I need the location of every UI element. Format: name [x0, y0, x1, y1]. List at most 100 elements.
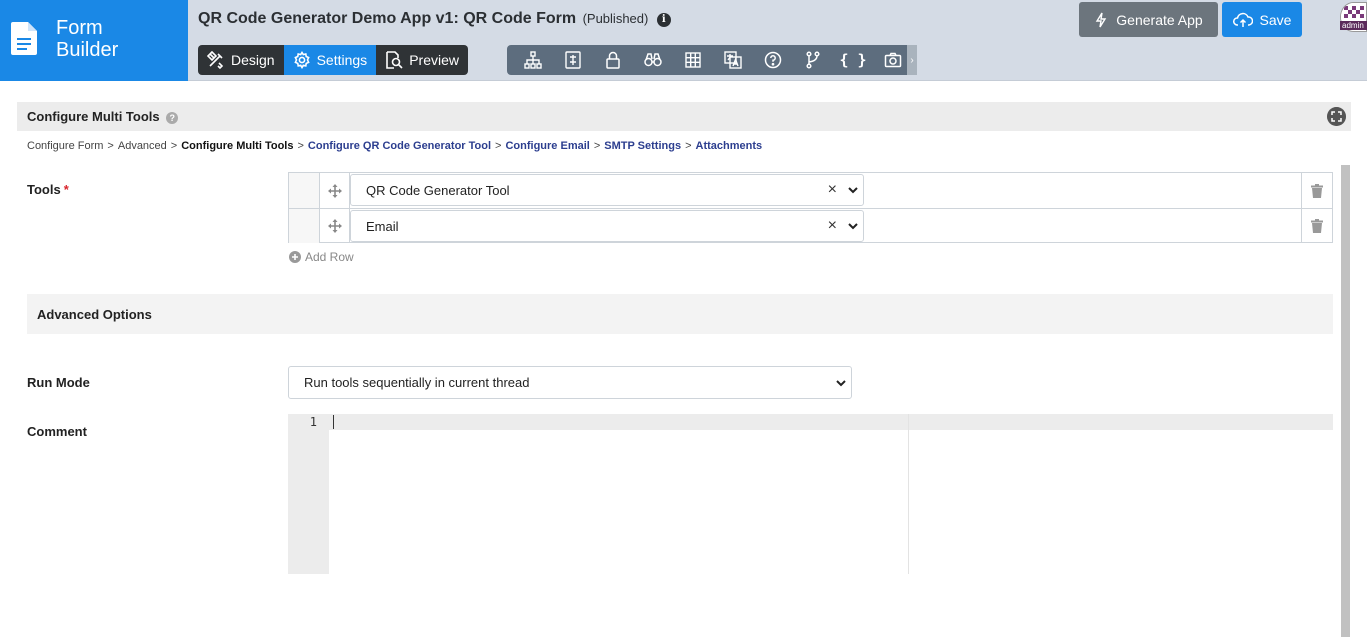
- breadcrumb-smtp-settings[interactable]: SMTP Settings: [604, 140, 681, 152]
- preview-search-icon: [386, 51, 403, 69]
- tool-select-value: Email: [366, 218, 399, 234]
- add-row-label: Add Row: [305, 250, 354, 264]
- breadcrumb: Configure Form > Advanced > Configure Multi …: [27, 140, 762, 152]
- line-number: 1: [309, 415, 317, 429]
- tab-design-label: Design: [231, 52, 275, 68]
- breadcrumb-separator: >: [170, 140, 178, 152]
- tools-grid: QR Code Generator Tool × Email ×: [288, 172, 1333, 243]
- braces-icon: { }: [839, 51, 867, 69]
- tab-settings[interactable]: Settings: [283, 45, 377, 75]
- breadcrumb-separator: >: [495, 140, 502, 152]
- camera-icon: [884, 52, 902, 68]
- breadcrumb-separator: >: [107, 140, 114, 152]
- toolbar-scroll-right[interactable]: ›: [907, 45, 917, 75]
- datalist-button[interactable]: [673, 45, 713, 75]
- page-title: QR Code Generator Demo App v1: QR Code F…: [198, 10, 671, 28]
- breadcrumb-configure-multi-tools: Configure Multi Tools: [181, 140, 294, 152]
- breadcrumb-configure-form[interactable]: Configure Form: [27, 140, 103, 152]
- section-title-text: Configure Multi Tools: [27, 109, 160, 124]
- tab-settings-label: Settings: [316, 52, 368, 68]
- brand[interactable]: Form Builder: [0, 0, 188, 81]
- save-label: Save: [1259, 11, 1292, 28]
- comment-label: Comment: [27, 424, 87, 439]
- versions-button[interactable]: [793, 45, 833, 75]
- generate-app-button[interactable]: Generate App: [1079, 2, 1218, 37]
- breadcrumb-advanced[interactable]: Advanced: [118, 140, 167, 152]
- drag-handle[interactable]: [320, 209, 350, 243]
- run-mode-value: Run tools sequentially in current thread: [304, 375, 530, 390]
- fullscreen-icon[interactable]: [1327, 107, 1346, 126]
- tool-select-value: QR Code Generator Tool: [366, 182, 510, 198]
- hierarchy-button[interactable]: [513, 45, 553, 75]
- delete-row-button[interactable]: [1301, 209, 1332, 243]
- section-header: Configure Multi Tools ?: [17, 102, 1351, 131]
- translate-button[interactable]: [713, 45, 753, 75]
- form-fields-icon: [565, 51, 581, 69]
- tool-select[interactable]: Email ×: [350, 210, 864, 242]
- trash-icon: [1311, 219, 1323, 233]
- translate-icon: [724, 51, 742, 69]
- tab-design[interactable]: Design: [198, 45, 284, 75]
- clear-icon[interactable]: ×: [828, 218, 837, 234]
- builder-toolbar: { } ›: [507, 45, 917, 75]
- permissions-button[interactable]: [593, 45, 633, 75]
- brand-name: Form Builder: [56, 17, 118, 61]
- row-selector-cell[interactable]: [289, 209, 320, 243]
- table-grid-icon: [685, 52, 701, 68]
- publish-status: (Published): [582, 11, 649, 26]
- run-mode-label: Run Mode: [27, 375, 90, 390]
- table-row: QR Code Generator Tool ×: [289, 173, 1332, 208]
- clear-icon[interactable]: ×: [828, 182, 837, 198]
- active-line-highlight: [329, 414, 1333, 430]
- advanced-options-title: Advanced Options: [37, 307, 152, 322]
- cloud-upload-icon: [1232, 12, 1253, 27]
- lightning-icon: [1096, 12, 1107, 27]
- app-title-text: QR Code Generator Demo App v1: QR Code F…: [198, 10, 577, 27]
- review-button[interactable]: [633, 45, 673, 75]
- breadcrumb-separator: >: [685, 140, 692, 152]
- tab-preview[interactable]: Preview: [376, 45, 468, 75]
- move-arrows-icon: [327, 219, 342, 233]
- tools-label: Tools *: [27, 182, 69, 197]
- add-row-button[interactable]: Add Row: [289, 250, 354, 264]
- tab-preview-label: Preview: [409, 52, 459, 68]
- table-row: Email ×: [289, 208, 1332, 243]
- brand-line-2: Builder: [56, 39, 119, 61]
- chevron-down-icon: [848, 187, 858, 194]
- json-button[interactable]: { }: [833, 45, 873, 75]
- branch-icon: [806, 51, 820, 69]
- breadcrumb-configure-email[interactable]: Configure Email: [505, 140, 589, 152]
- tools-label-text: Tools: [27, 182, 61, 197]
- hierarchy-icon: [524, 51, 542, 69]
- run-mode-select[interactable]: Run tools sequentially in current thread: [288, 366, 852, 399]
- help-icon[interactable]: ?: [166, 112, 179, 124]
- vertical-scrollbar[interactable]: [1341, 165, 1350, 637]
- help-circle-icon: [764, 51, 782, 69]
- advanced-options-header: Advanced Options: [27, 294, 1333, 334]
- print-margin: [908, 414, 909, 574]
- move-arrows-icon: [327, 183, 342, 198]
- chevron-down-icon: [848, 223, 858, 230]
- editor-gutter: 1: [288, 414, 329, 574]
- comment-code-editor[interactable]: 1: [288, 414, 1333, 574]
- save-button[interactable]: Save: [1222, 2, 1302, 37]
- delete-row-button[interactable]: [1301, 173, 1332, 208]
- form-fields-button[interactable]: [553, 45, 593, 75]
- document-icon: [11, 22, 37, 55]
- text-cursor: [333, 415, 334, 429]
- avatar-username: admin: [1340, 21, 1367, 30]
- brand-line-1: Form: [56, 17, 103, 39]
- breadcrumb-attachments[interactable]: Attachments: [696, 140, 763, 152]
- gear-icon: [293, 51, 310, 69]
- row-selector-cell[interactable]: [289, 173, 320, 208]
- section-title: Configure Multi Tools ?: [27, 109, 179, 124]
- tool-select[interactable]: QR Code Generator Tool ×: [350, 174, 864, 206]
- lock-icon: [606, 51, 620, 69]
- help-button[interactable]: [753, 45, 793, 75]
- trash-icon: [1311, 183, 1323, 198]
- binoculars-icon: [644, 53, 662, 67]
- info-icon[interactable]: i: [656, 13, 671, 27]
- breadcrumb-configure-qr-tool[interactable]: Configure QR Code Generator Tool: [308, 140, 491, 152]
- drag-handle[interactable]: [320, 173, 350, 208]
- generate-app-label: Generate App: [1116, 11, 1203, 28]
